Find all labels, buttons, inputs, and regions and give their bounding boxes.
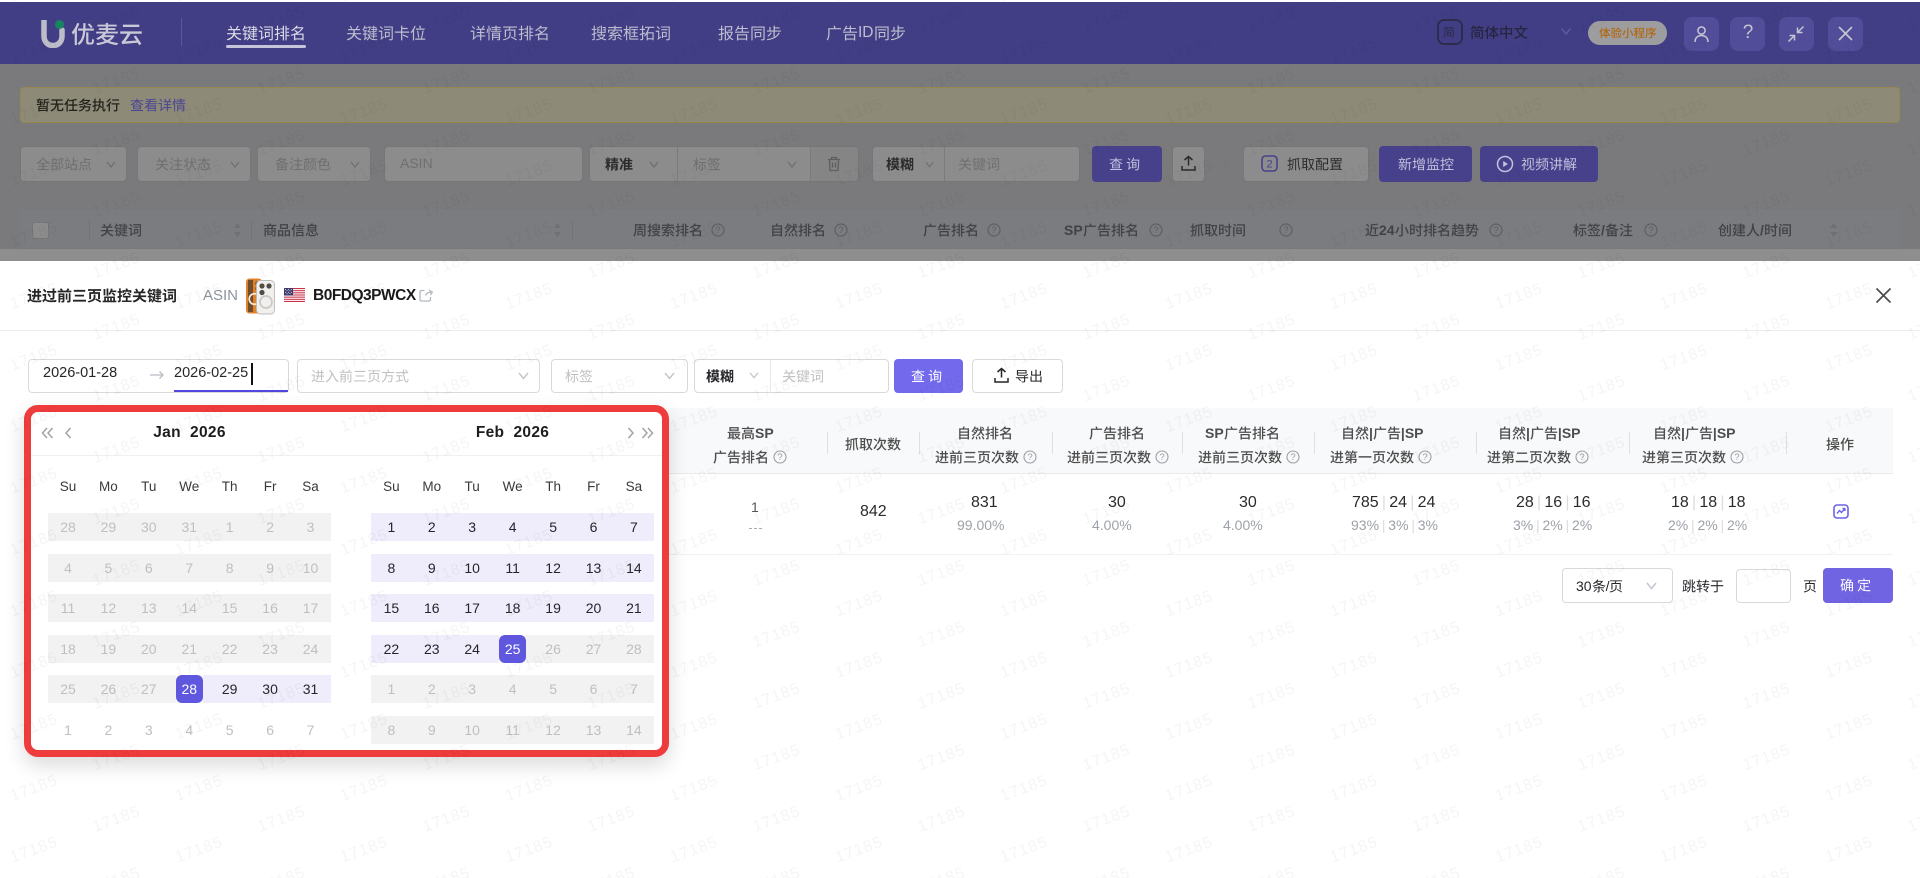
svg-text:?: ? — [778, 452, 783, 463]
svg-text:?: ? — [1283, 225, 1288, 235]
svg-text:?: ? — [715, 225, 720, 235]
svg-text:?: ? — [1291, 452, 1296, 463]
svg-text:?: ? — [1493, 225, 1498, 235]
svg-text:?: ? — [991, 225, 996, 235]
svg-text:?: ? — [1648, 225, 1653, 235]
svg-text:2: 2 — [1266, 159, 1272, 171]
svg-text:?: ? — [1160, 452, 1165, 463]
svg-text:?: ? — [1028, 452, 1033, 463]
svg-text:?: ? — [1735, 452, 1740, 463]
svg-text:?: ? — [1580, 452, 1585, 463]
svg-text:?: ? — [1153, 225, 1158, 235]
svg-text:?: ? — [838, 225, 843, 235]
svg-text:?: ? — [1423, 452, 1428, 463]
